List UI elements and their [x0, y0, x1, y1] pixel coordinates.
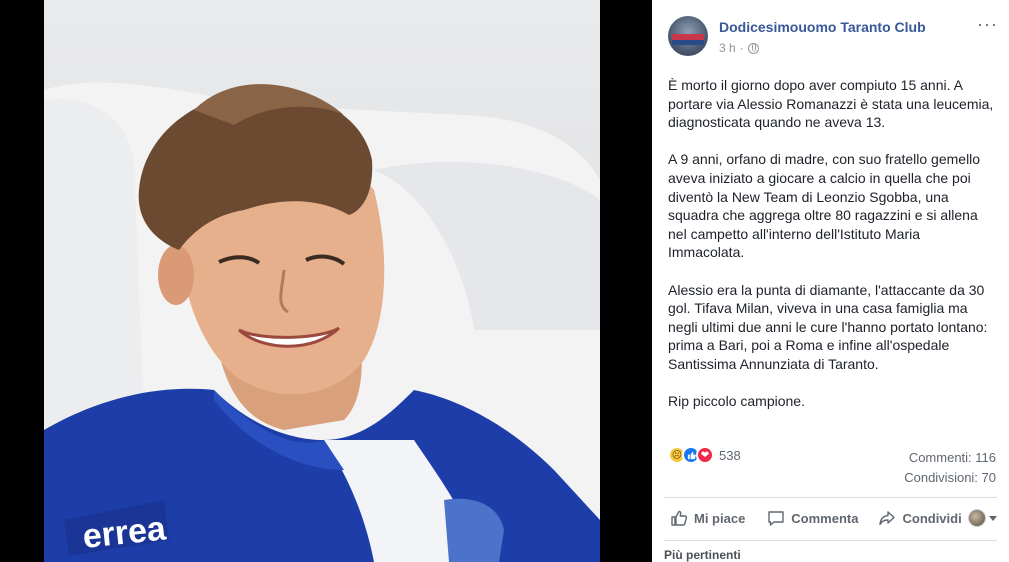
- post-time[interactable]: 3 h: [719, 41, 736, 55]
- comment-icon: [768, 511, 784, 526]
- page-avatar[interactable]: [668, 16, 708, 56]
- avatar-stripe-blue: [672, 40, 704, 45]
- share-label: Condividi: [902, 510, 962, 526]
- share-icon: [879, 511, 896, 526]
- post-paragraph: A 9 anni, orfano di madre, con suo frate…: [668, 151, 981, 261]
- comment-button[interactable]: Commenta: [763, 509, 862, 527]
- user-avatar: [968, 509, 986, 527]
- post-paragraph: Alessio era la punta di diamante, l'atta…: [668, 281, 988, 372]
- photo-illustration: errea: [44, 82, 600, 562]
- page-name-link[interactable]: Dodicesimouomo Taranto Club: [719, 19, 926, 35]
- like-button[interactable]: Mi piace: [666, 509, 749, 527]
- reactions-summary[interactable]: ☹ ❤ 538: [668, 446, 741, 464]
- globe-icon: [747, 42, 759, 54]
- shares-count[interactable]: Condivisioni: 70: [904, 470, 996, 485]
- comments-count[interactable]: Commenti: 116: [909, 450, 996, 465]
- post-panel: Dodicesimouomo Taranto Club 3 h · ··· È …: [652, 0, 1009, 562]
- comment-sort-dropdown[interactable]: Più pertinenti: [664, 548, 741, 562]
- action-bar: Mi piace Commenta Condividi: [664, 504, 997, 532]
- chevron-down-icon: [989, 515, 997, 521]
- like-label: Mi piace: [694, 510, 746, 526]
- more-options-button[interactable]: ···: [977, 14, 998, 35]
- comment-label: Commenta: [791, 510, 859, 526]
- post-text: È morto il giorno dopo aver compiuto 15 …: [668, 76, 998, 429]
- divider: [664, 540, 997, 541]
- identity-selector[interactable]: [968, 509, 997, 527]
- divider: [664, 497, 997, 498]
- post-paragraph: Rip piccolo campione.: [668, 393, 805, 410]
- share-button[interactable]: Condividi: [874, 509, 965, 527]
- post-photo[interactable]: errea: [44, 0, 600, 562]
- reaction-count[interactable]: 538: [719, 448, 741, 463]
- post-paragraph: È morto il giorno dopo aver compiuto 15 …: [668, 77, 994, 131]
- photo-viewer: errea: [0, 0, 652, 562]
- love-icon: ❤: [696, 446, 714, 464]
- thumbs-up-icon: [671, 510, 688, 526]
- post-meta: 3 h ·: [719, 41, 759, 55]
- meta-separator: ·: [739, 41, 744, 55]
